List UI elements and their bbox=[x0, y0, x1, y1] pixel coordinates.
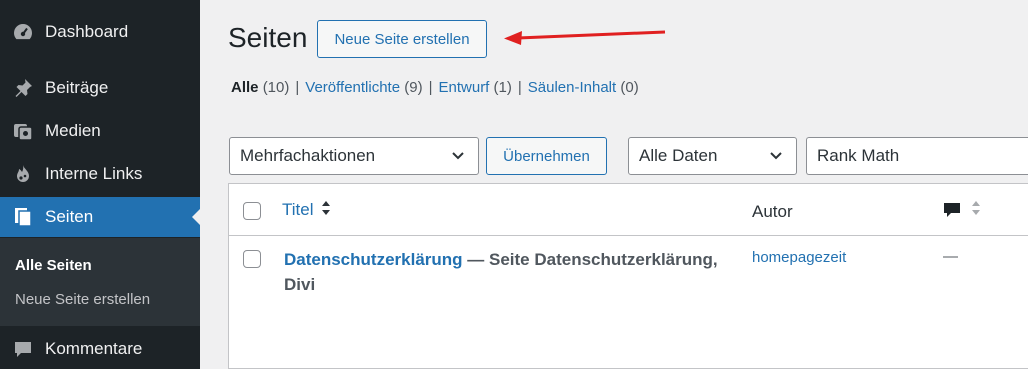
filter-count: (1) bbox=[493, 79, 512, 96]
rank-math-filter-value: Rank Math bbox=[817, 146, 900, 165]
filter-draft[interactable]: Entwurf bbox=[439, 79, 490, 96]
sidebar-item-internal-links[interactable]: Interne Links bbox=[0, 154, 200, 194]
bulk-actions-value: Mehrfachaktionen bbox=[240, 146, 376, 165]
dates-filter-value: Alle Daten bbox=[639, 146, 718, 165]
filter-count: (9) bbox=[404, 79, 423, 96]
sort-arrows-icon[interactable] bbox=[971, 198, 981, 218]
table-header: Titel Autor bbox=[229, 184, 1028, 236]
sidebar-item-media[interactable]: Medien bbox=[0, 111, 200, 151]
filter-published[interactable]: Veröffentlichte bbox=[305, 79, 400, 96]
annotation-arrow-icon bbox=[504, 30, 666, 45]
select-all-checkbox[interactable] bbox=[243, 202, 261, 220]
sidebar-item-posts[interactable]: Beiträge bbox=[0, 68, 200, 108]
flame-icon bbox=[11, 162, 35, 186]
bulk-actions-select[interactable]: Mehrfachaktionen bbox=[229, 137, 479, 175]
filter-separator: | bbox=[295, 79, 300, 96]
sort-arrows-icon[interactable] bbox=[321, 198, 331, 218]
row-checkbox[interactable] bbox=[243, 250, 261, 268]
row-author-link[interactable]: homepagezeit bbox=[752, 249, 846, 266]
page-title: Seiten bbox=[228, 22, 308, 53]
sidebar-item-label: Seiten bbox=[45, 207, 94, 226]
pushpin-icon bbox=[11, 76, 35, 100]
submenu-new-page[interactable]: Neue Seite erstellen bbox=[15, 291, 150, 308]
chevron-down-icon bbox=[452, 152, 464, 160]
filter-count: (0) bbox=[620, 79, 639, 96]
pages-submenu: Alle Seiten Neue Seite erstellen bbox=[0, 238, 200, 326]
filter-separator: | bbox=[428, 79, 433, 96]
sidebar-item-label: Kommentare bbox=[45, 339, 143, 358]
apply-button[interactable]: Übernehmen bbox=[486, 137, 607, 175]
sidebar-item-label: Beiträge bbox=[45, 78, 109, 97]
rank-math-filter-select[interactable]: Rank Math bbox=[806, 137, 1028, 175]
pages-table: Titel Autor Datenschutzerklärung — Seite… bbox=[228, 183, 1028, 369]
pages-icon bbox=[11, 205, 35, 229]
comment-icon bbox=[11, 337, 35, 361]
filter-separator: | bbox=[517, 79, 522, 96]
chevron-down-icon bbox=[770, 152, 782, 160]
status-filters: Alle (10) | Veröffentlichte (9) | Entwur… bbox=[231, 79, 639, 96]
add-new-page-button[interactable]: Neue Seite erstellen bbox=[317, 20, 487, 58]
column-title-sort[interactable]: Titel bbox=[282, 200, 314, 220]
sidebar-item-label: Medien bbox=[45, 121, 101, 140]
sidebar-item-label: Interne Links bbox=[45, 164, 143, 183]
row-title-link[interactable]: Datenschutzerklärung bbox=[284, 250, 463, 269]
row-comments: — bbox=[943, 248, 958, 265]
submenu-all-pages[interactable]: Alle Seiten bbox=[15, 257, 92, 274]
sidebar-item-dashboard[interactable]: Dashboard bbox=[0, 12, 200, 52]
filter-count: (10) bbox=[262, 79, 290, 96]
media-icon bbox=[11, 119, 35, 143]
sidebar-item-pages[interactable]: Seiten bbox=[0, 197, 200, 237]
sidebar-item-comments[interactable]: Kommentare bbox=[0, 329, 200, 369]
column-author: Autor bbox=[752, 202, 793, 221]
dashboard-icon bbox=[11, 20, 35, 44]
row-title-cell: Datenschutzerklärung — Seite Datenschutz… bbox=[284, 247, 734, 297]
filter-column-content[interactable]: Säulen-Inhalt bbox=[528, 79, 616, 96]
filter-all[interactable]: Alle bbox=[231, 79, 259, 96]
dates-filter-select[interactable]: Alle Daten bbox=[628, 137, 797, 175]
sidebar-item-label: Dashboard bbox=[45, 22, 129, 41]
admin-sidebar: Dashboard Beiträge Medien Interne Links … bbox=[0, 0, 200, 369]
comment-column-icon[interactable] bbox=[943, 201, 961, 219]
